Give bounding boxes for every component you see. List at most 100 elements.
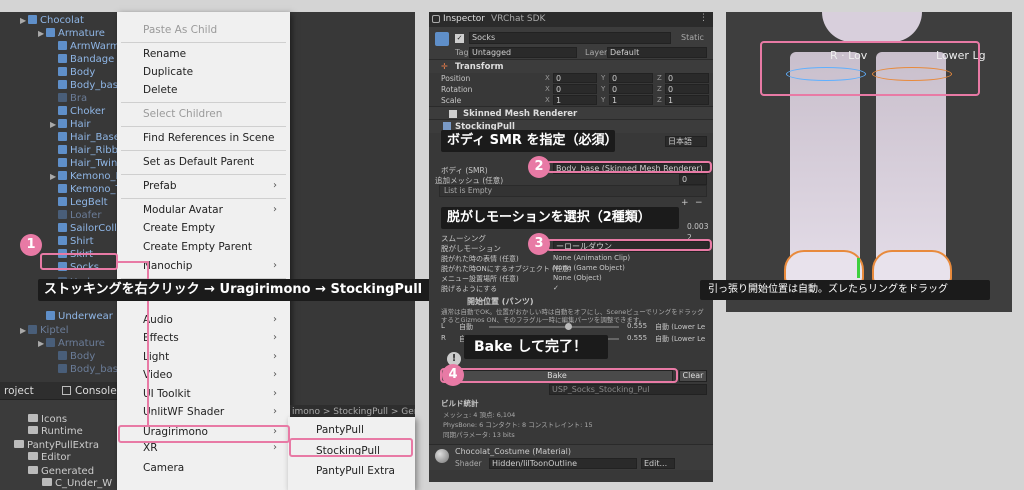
option-row-value[interactable]: None (Object)	[553, 274, 602, 282]
list-remove-button[interactable]: −	[695, 198, 703, 208]
menu-item[interactable]: Find References in Scene	[143, 130, 274, 146]
folder-item[interactable]: C_Under_W	[42, 478, 112, 489]
hierarchy-item[interactable]: Body	[50, 66, 95, 79]
grab-value[interactable]: 0.555	[627, 334, 647, 342]
folder-item[interactable]: Editor	[28, 452, 71, 463]
tab-project[interactable]: roject	[4, 385, 34, 397]
output-field[interactable]: USP_Socks_Stocking_Pul	[549, 384, 707, 395]
expand-arrow-icon[interactable]: ▶	[50, 170, 58, 183]
transform-z-field[interactable]: 0	[665, 84, 709, 94]
hierarchy-item[interactable]: Choker	[50, 105, 105, 118]
clear-button[interactable]: Clear	[679, 370, 707, 382]
list-count-field[interactable]: 0	[679, 174, 707, 185]
menu-item[interactable]: Set as Default Parent	[143, 154, 254, 170]
transform-y-field[interactable]: 1	[609, 95, 653, 105]
menu-dots-icon[interactable]: ⋮	[699, 13, 708, 23]
menu-item[interactable]: UnlitWF Shader	[143, 404, 224, 420]
hierarchy-item[interactable]: ▶ Armature	[38, 27, 105, 40]
folder-item[interactable]: PantyPullExtra	[14, 440, 99, 451]
hierarchy-item[interactable]: LegBelt	[50, 196, 108, 209]
material-header[interactable]: Chocolat_Costume (Material) Shader Hidde…	[429, 444, 713, 470]
hierarchy-item[interactable]: ▶ Chocolat	[20, 14, 84, 27]
submenu-item-pantypull-extra[interactable]: PantyPull Extra	[316, 463, 395, 479]
hierarchy-item[interactable]: Bandage	[50, 53, 114, 66]
transform-header[interactable]: ✛ Transform	[429, 59, 713, 73]
transform-x-field[interactable]: 0	[553, 73, 597, 83]
transform-z-field[interactable]: 1	[665, 95, 709, 105]
menu-item[interactable]: Modular Avatar	[143, 202, 223, 218]
expand-arrow-icon[interactable]: ▶	[38, 27, 46, 40]
transform-x-field[interactable]: 1	[553, 95, 597, 105]
expand-arrow-icon[interactable]: ▶	[20, 14, 28, 27]
menu-item[interactable]: Delete	[143, 82, 178, 98]
tag-dropdown[interactable]: Untagged	[469, 47, 577, 58]
tab-inspector[interactable]: Inspector	[443, 14, 485, 24]
folder-item[interactable]: Runtime	[28, 426, 83, 437]
menu-item[interactable]: Prefab	[143, 178, 177, 194]
menu-item[interactable]: Create Empty	[143, 220, 215, 236]
transform-y-field[interactable]: 0	[609, 73, 653, 83]
menu-item[interactable]: Nanochip	[143, 258, 192, 274]
expand-arrow-icon[interactable]: ▶	[50, 118, 58, 131]
expand-arrow-icon[interactable]: ▶	[20, 324, 28, 337]
hierarchy-item[interactable]: ▶ Kiptel	[20, 324, 69, 337]
hierarchy-item[interactable]: Body_base	[50, 363, 124, 376]
menu-item[interactable]: Select Children	[143, 106, 222, 122]
hierarchy-item[interactable]: ▶ Kemono_E	[50, 170, 122, 183]
transform-z-field[interactable]: 0	[665, 73, 709, 83]
menu-item[interactable]: UI Toolkit	[143, 386, 191, 402]
hierarchy-item[interactable]: Hair_TwinT	[50, 157, 123, 170]
grab-slider-track[interactable]	[489, 326, 619, 328]
smoothing-value-1[interactable]: 0.003	[687, 222, 708, 231]
option-row-value[interactable]: None (Game Object)	[553, 264, 625, 272]
menu-item[interactable]: Camera	[143, 460, 184, 476]
hierarchy-item[interactable]: Body_base	[50, 79, 124, 92]
hierarchy-item-label: Loafer	[70, 210, 102, 221]
object-name-field[interactable]: Socks	[469, 32, 671, 44]
hierarchy-item[interactable]: Hair_Base	[50, 131, 120, 144]
hierarchy-item[interactable]: Body	[50, 350, 95, 363]
gameobject-icon	[28, 15, 37, 24]
menu-item[interactable]: Paste As Child	[143, 22, 217, 38]
language-dropdown[interactable]: 日本語	[665, 136, 707, 147]
list-add-button[interactable]: +	[681, 198, 689, 208]
build-stats-title: ビルド統計	[441, 399, 479, 408]
smr-header[interactable]: Skinned Mesh Renderer	[429, 106, 713, 120]
option-row-value[interactable]: None (Animation Clip)	[553, 254, 630, 262]
menu-item[interactable]: Create Empty Parent	[143, 239, 252, 255]
gameobject-icon	[58, 197, 67, 206]
hierarchy-item[interactable]: Kemono_T	[50, 183, 122, 196]
layer-dropdown[interactable]: Default	[607, 47, 707, 58]
grab-mode-dropdown[interactable]: 自動 (Lower Le	[655, 322, 705, 332]
option-row-value[interactable]: ✓	[553, 284, 559, 292]
folder-item[interactable]: Generated	[28, 466, 94, 477]
tab-console[interactable]: Console	[75, 385, 117, 397]
smr-checkbox[interactable]	[449, 110, 457, 118]
transform-x-field[interactable]: 0	[553, 84, 597, 94]
grab-auto-toggle[interactable]: 自動	[459, 322, 473, 332]
hierarchy-item[interactable]: Underwear	[38, 310, 113, 323]
grab-value[interactable]: 0.555	[627, 322, 647, 330]
move-gizmo-icon[interactable]	[857, 258, 860, 278]
shader-dropdown[interactable]: Hidden/lilToonOutline	[489, 458, 637, 469]
hierarchy-item[interactable]: Bra	[50, 92, 87, 105]
expand-arrow-icon[interactable]: ▶	[38, 337, 46, 350]
hierarchy-item[interactable]: Shirt	[50, 235, 94, 248]
tab-vrchat-sdk[interactable]: VRChat SDK	[491, 14, 545, 24]
axis-label: X	[545, 85, 550, 93]
hierarchy-item-label: Body	[70, 67, 96, 78]
active-checkbox[interactable]: ✓	[455, 34, 464, 43]
grab-mode-dropdown[interactable]: 自動 (Lower Le	[655, 334, 705, 344]
submenu-item-pantypull[interactable]: PantyPull	[316, 422, 364, 438]
hierarchy-item[interactable]: Loafer	[50, 209, 101, 222]
transform-y-field[interactable]: 0	[609, 84, 653, 94]
hierarchy-item[interactable]: SailorColla	[50, 222, 123, 235]
menu-item[interactable]: Duplicate	[143, 64, 193, 80]
grab-slider-handle[interactable]	[565, 323, 572, 330]
skirt-shape	[822, 12, 922, 42]
menu-item[interactable]: Rename	[143, 46, 186, 62]
hierarchy-item[interactable]: ▶ Hair	[50, 118, 91, 131]
folder-item[interactable]: Icons	[28, 414, 67, 425]
hierarchy-item[interactable]: ▶ Armature	[38, 337, 105, 350]
shader-edit-button[interactable]: Edit...	[641, 458, 675, 469]
